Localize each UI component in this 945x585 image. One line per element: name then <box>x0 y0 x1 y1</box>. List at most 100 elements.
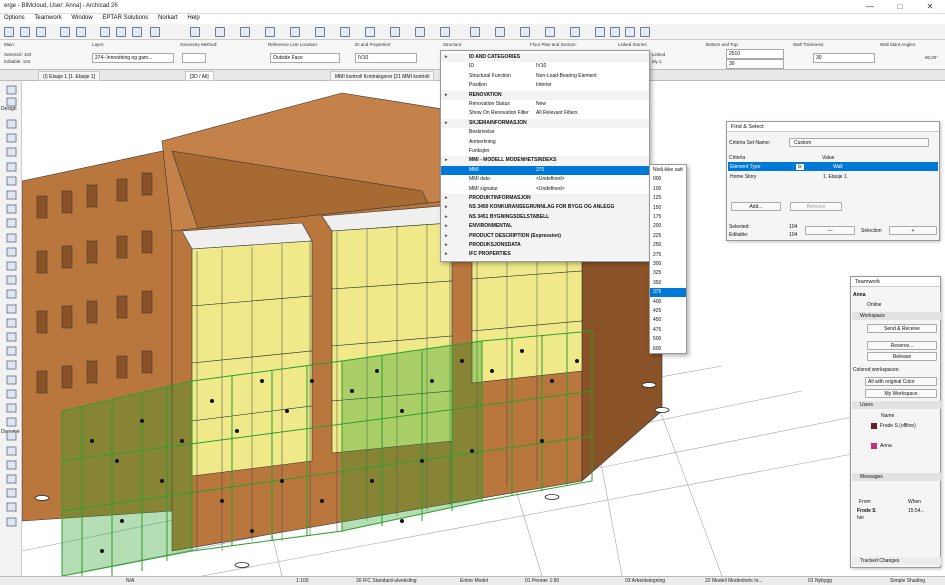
release-button[interactable]: Release <box>867 352 937 361</box>
maximize-button[interactable]: □ <box>885 0 915 14</box>
property-group-header[interactable]: ▸ ENVIRONMENTAL <box>441 222 649 232</box>
expand-arrow-icon[interactable]: ▸ <box>445 91 448 100</box>
property-group-header[interactable]: ▸ IFC PROPERTIES <box>441 250 649 260</box>
property-row[interactable]: ID IV10 <box>441 62 649 71</box>
expand-arrow-icon[interactable]: ▸ <box>445 232 448 241</box>
property-row[interactable]: Renovation Status New <box>441 100 649 109</box>
skylight-tool-icon[interactable] <box>6 275 17 285</box>
deselect-button[interactable]: — <box>805 226 855 235</box>
hotlink-icon[interactable] <box>365 27 375 37</box>
property-group-header[interactable]: ▸ PRODUKTINFORMASJON <box>441 194 649 204</box>
expand-arrow-icon[interactable]: ▸ <box>445 203 448 212</box>
group-icon[interactable] <box>545 27 555 37</box>
arrow-icon[interactable] <box>4 27 14 37</box>
lamp-tool-icon[interactable] <box>6 360 17 370</box>
arc-tool-icon[interactable] <box>6 460 17 470</box>
layer-select[interactable]: 274- Innredning og gam... <box>92 53 174 63</box>
shell-tool-icon[interactable] <box>6 247 17 257</box>
curtain-wall-icon[interactable] <box>6 261 17 271</box>
property-row[interactable]: MMI dato <Undefined> <box>441 175 649 184</box>
reserve-button[interactable]: Reserve... <box>867 341 937 350</box>
pen-set[interactable]: 01 Penner 1:50 <box>525 578 559 584</box>
add-criteria-button[interactable]: Add... <box>731 202 781 211</box>
mmi-option[interactable]: 450 <box>650 316 686 325</box>
property-group-header[interactable]: ▸ ID AND CATEGORIES <box>441 53 649 63</box>
tab-floor-plan[interactable]: (I) Etasje 1 [1. Etasje 1] <box>38 71 100 81</box>
elevation-icon[interactable] <box>440 27 450 37</box>
criteria-row[interactable]: Element Type is Wall <box>728 162 938 171</box>
bottom-offset-field[interactable]: 30 <box>726 59 784 69</box>
spline-tool-icon[interactable] <box>6 488 17 498</box>
mmi-option[interactable]: 500 <box>650 335 686 344</box>
refline-select[interactable]: Outside Face <box>270 53 340 63</box>
property-group-header[interactable]: ▸ RENOVATION <box>441 90 649 100</box>
mmi-option[interactable]: 375 <box>650 288 686 298</box>
view-set[interactable]: 20 IFC Standard-utveksling <box>356 578 417 584</box>
curve-icon[interactable] <box>390 27 400 37</box>
mmi-option[interactable]: 350 <box>650 279 686 288</box>
menu-teamwork[interactable]: Teamwork <box>30 14 65 22</box>
mmi-option[interactable]: Nivå ikke satt <box>650 166 686 175</box>
my-workspace-button[interactable]: My Workspace <box>865 389 937 398</box>
layers-icon[interactable] <box>340 27 350 37</box>
criteria-value[interactable]: Wall <box>833 164 843 170</box>
property-group-header[interactable]: ▸ PRODUKSJONSDATA <box>441 241 649 251</box>
mmi-option[interactable]: 425 <box>650 307 686 316</box>
door-tool-icon[interactable] <box>6 133 17 143</box>
line-icon[interactable] <box>100 27 110 37</box>
arrow-tool-icon[interactable] <box>6 85 17 95</box>
select-icon[interactable] <box>190 27 200 37</box>
morph-tool-icon[interactable] <box>6 304 17 314</box>
menu-norkart[interactable]: Norkart <box>154 14 182 22</box>
send-receive-button[interactable]: Send & Receive <box>867 324 937 333</box>
eyedropper-icon[interactable] <box>595 27 605 37</box>
stair-tool-icon[interactable] <box>6 204 17 214</box>
property-value[interactable]: All Relevant Filters <box>536 109 578 118</box>
msg-sender[interactable]: Frode S <box>857 508 876 514</box>
user-frode[interactable]: Frode S (offline) <box>880 423 920 430</box>
mesh-tool-icon[interactable] <box>6 346 17 356</box>
expand-arrow-icon[interactable]: ▸ <box>445 156 448 165</box>
zone-tool-icon[interactable] <box>6 332 17 342</box>
criteria-value[interactable]: 1. Etasje 1. <box>823 174 848 180</box>
property-row[interactable]: Beskrivelse <box>441 128 649 137</box>
user-anna[interactable]: Anna <box>880 443 892 449</box>
window-tool-icon[interactable] <box>6 147 17 157</box>
wall-tool-icon[interactable] <box>6 119 17 129</box>
online-status[interactable]: Online <box>867 302 881 308</box>
grid-icon[interactable] <box>470 27 480 37</box>
figure-tool-icon[interactable] <box>6 517 17 527</box>
mmi-option[interactable]: 600 <box>650 345 686 354</box>
users-section[interactable]: Users <box>852 401 941 409</box>
magic-wand-icon[interactable] <box>60 27 70 37</box>
mirror-icon[interactable] <box>265 27 275 37</box>
align-icon[interactable] <box>495 27 505 37</box>
property-row[interactable]: Funksjon <box>441 147 649 156</box>
hotspot-tool-icon[interactable] <box>6 502 17 512</box>
property-row[interactable]: Position Interior <box>441 81 649 90</box>
brush-icon[interactable] <box>625 27 635 37</box>
view-icon[interactable] <box>36 27 46 37</box>
expand-arrow-icon[interactable]: ▸ <box>445 222 448 231</box>
split-icon[interactable] <box>415 27 425 37</box>
mmi-option[interactable]: 225 <box>650 232 686 241</box>
pencil-icon[interactable] <box>76 27 86 37</box>
property-value[interactable]: Interior <box>536 81 552 90</box>
rotate-icon[interactable] <box>240 27 250 37</box>
thickness-field[interactable]: 30 <box>813 53 875 63</box>
line-tool-icon[interactable] <box>6 446 17 456</box>
remove-criteria-button[interactable]: Remove <box>790 202 842 211</box>
criteria-set-select[interactable]: Custom <box>789 138 929 147</box>
level-tool-icon[interactable] <box>6 389 17 399</box>
move-icon[interactable] <box>215 27 225 37</box>
property-group-header[interactable]: ▸ PRODUCT DESCRIPTION (Expression) <box>441 231 649 241</box>
marquee-tool-icon[interactable] <box>6 97 17 107</box>
mmi-option[interactable]: 475 <box>650 326 686 335</box>
opening-tool-icon[interactable] <box>6 289 17 299</box>
property-value[interactable]: New <box>536 100 546 109</box>
criteria-operator[interactable]: is <box>796 164 804 170</box>
slab-tool-icon[interactable] <box>6 190 17 200</box>
fill-icon[interactable] <box>640 27 650 37</box>
dimension-tool-icon[interactable] <box>6 375 17 385</box>
mmi-option[interactable]: 100 <box>650 185 686 194</box>
